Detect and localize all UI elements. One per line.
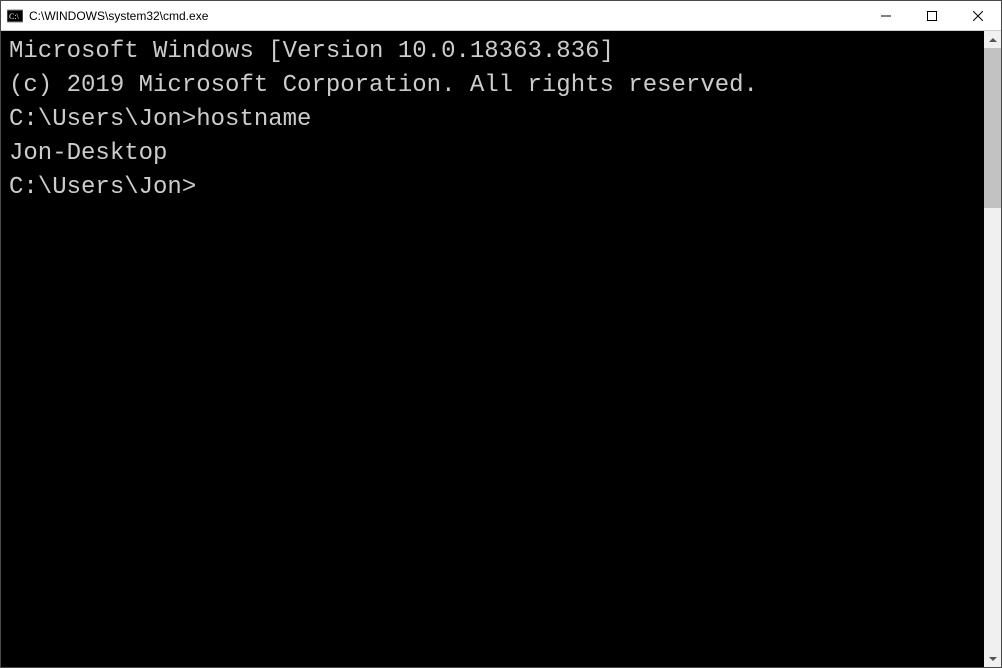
prompt-line-2[interactable]: C:\Users\Jon>: [9, 171, 976, 205]
svg-text:C:\: C:\: [9, 12, 20, 21]
close-button[interactable]: [955, 1, 1001, 30]
prompt-line-1: C:\Users\Jon>hostname: [9, 103, 976, 137]
chevron-up-icon: [989, 38, 997, 42]
version-line: Microsoft Windows [Version 10.0.18363.83…: [9, 35, 976, 69]
window-controls: [863, 1, 1001, 30]
cmd-window: C:\ C:\WINDOWS\system32\cmd.exe Microsof…: [0, 0, 1002, 668]
client-area: Microsoft Windows [Version 10.0.18363.83…: [1, 31, 1001, 667]
titlebar-left: C:\ C:\WINDOWS\system32\cmd.exe: [1, 8, 208, 24]
prompt-path: C:\Users\Jon>: [9, 106, 196, 133]
scroll-up-button[interactable]: [984, 31, 1001, 48]
prompt-path: C:\Users\Jon>: [9, 174, 196, 201]
window-title: C:\WINDOWS\system32\cmd.exe: [29, 9, 208, 23]
terminal-output[interactable]: Microsoft Windows [Version 10.0.18363.83…: [1, 31, 984, 667]
copyright-line: (c) 2019 Microsoft Corporation. All righ…: [9, 69, 976, 103]
titlebar[interactable]: C:\ C:\WINDOWS\system32\cmd.exe: [1, 1, 1001, 31]
minimize-button[interactable]: [863, 1, 909, 30]
scroll-down-button[interactable]: [984, 650, 1001, 667]
scroll-thumb[interactable]: [984, 48, 1001, 208]
hostname-output: Jon-Desktop: [9, 137, 976, 171]
vertical-scrollbar[interactable]: [984, 31, 1001, 667]
prompt-command: hostname: [196, 106, 311, 133]
maximize-button[interactable]: [909, 1, 955, 30]
cmd-icon: C:\: [7, 8, 23, 24]
chevron-down-icon: [989, 657, 997, 661]
